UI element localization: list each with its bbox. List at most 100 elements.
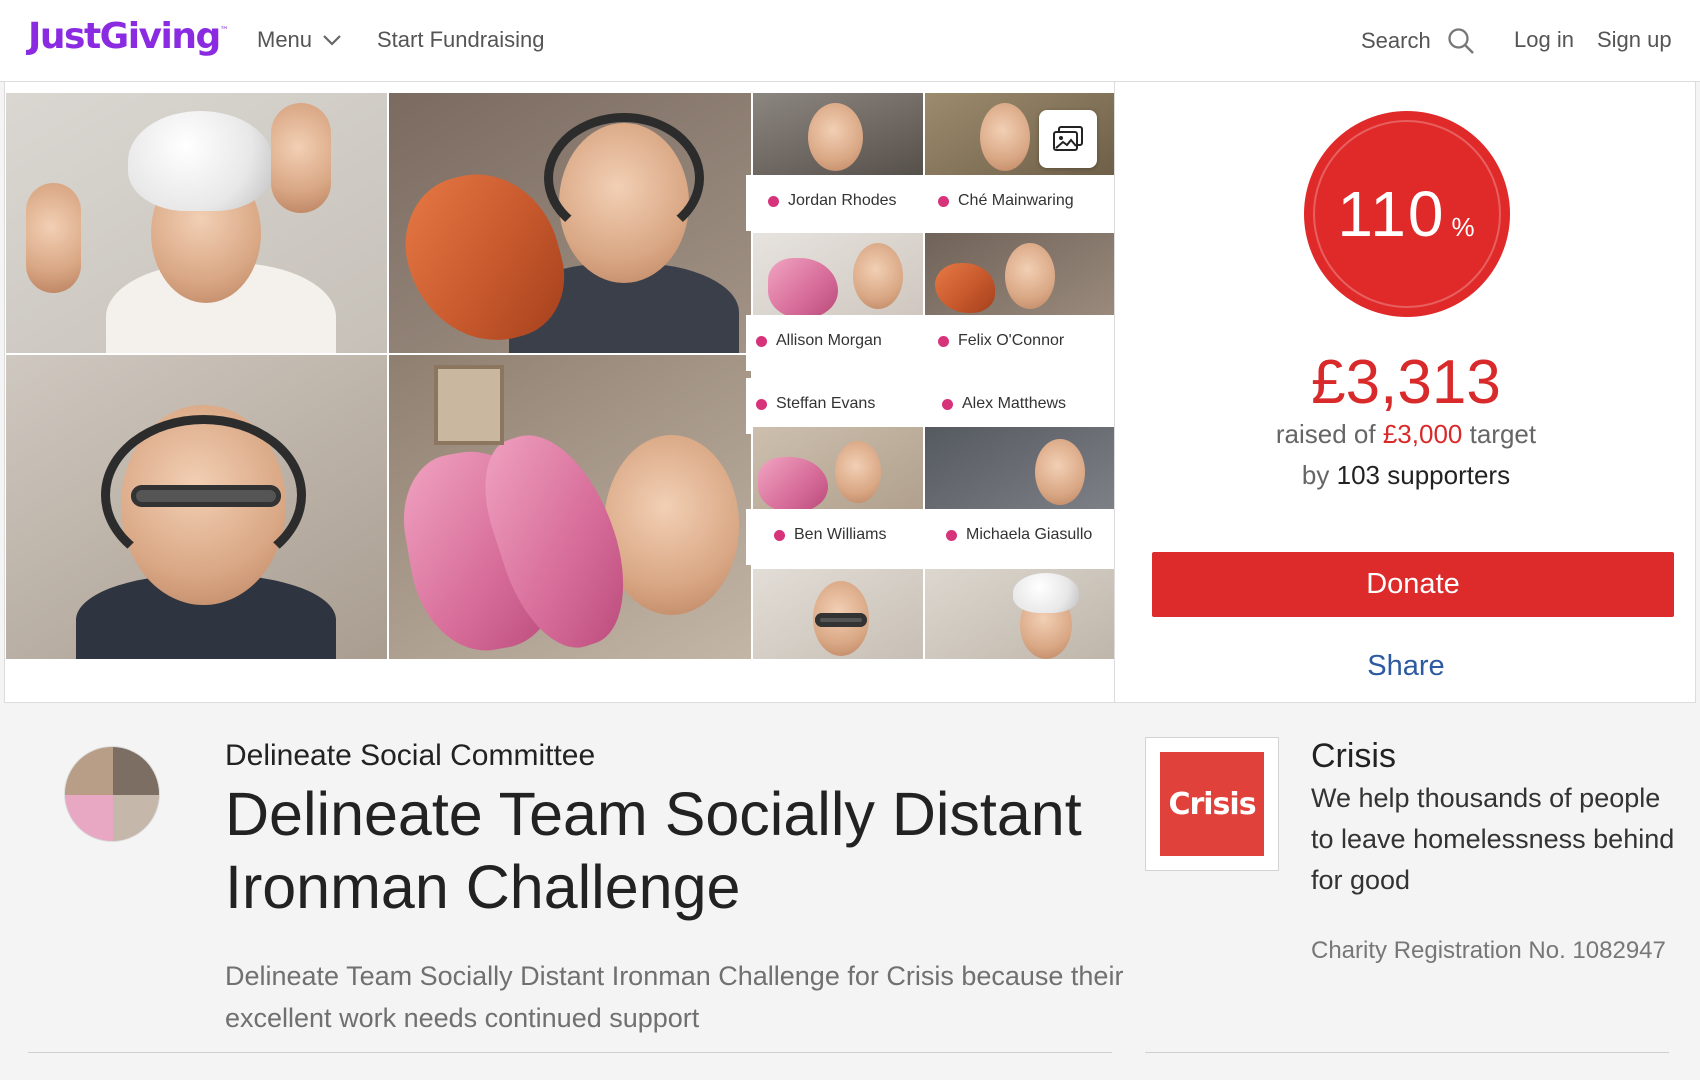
logo-trademark: ™ [219, 26, 229, 36]
participant-name: Jordan Rhodes [788, 192, 897, 209]
photo-tile [6, 93, 387, 353]
menu-label: Menu [257, 27, 313, 52]
divider [28, 1052, 1112, 1053]
target-suffix: target [1469, 419, 1537, 449]
organiser-name[interactable]: Delineate Social Committee [225, 739, 595, 773]
view-gallery-button[interactable] [1039, 110, 1097, 168]
participant-dot [768, 195, 779, 207]
search-label: Search [1361, 28, 1431, 53]
photo-tile [925, 569, 1114, 659]
participant-name: Allison Morgan [776, 332, 882, 349]
image-gallery-icon [1053, 126, 1083, 151]
photo-shape [835, 441, 881, 503]
participant-name: Ben Williams [794, 526, 887, 543]
participant-name: Felix O'Connor [958, 332, 1065, 349]
crisis-logo: Crisis [1160, 752, 1264, 856]
photo-shape [604, 435, 739, 615]
participant-name-row: Allison Morgan Felix O'Connor [746, 315, 1114, 371]
participant-dot [946, 529, 957, 541]
progress-percent: 110% [1337, 177, 1476, 251]
signup-link[interactable]: Sign up [1597, 27, 1672, 53]
participant-dot [774, 529, 785, 541]
start-fundraising-link[interactable]: Start Fundraising [377, 27, 545, 53]
participant-name-tag: Felix O'Connor [938, 332, 1064, 350]
percent-value: 110 [1337, 178, 1446, 250]
participant-dot [756, 335, 767, 347]
participant-name-tag: Steffan Evans [756, 395, 875, 413]
participant-name-row: Steffan Evans Alex Matthews [746, 378, 1114, 434]
participant-dot [938, 195, 949, 207]
photo-shape [980, 103, 1030, 171]
share-link[interactable]: Share [1117, 650, 1695, 683]
top-navigation-bar: JustGiving™ Menu Start Fundraising Searc… [0, 0, 1700, 82]
photo-shape [1005, 243, 1055, 309]
photo-shape [808, 103, 863, 171]
menu-dropdown[interactable]: Menu [257, 27, 342, 53]
page-summary: Delineate Team Socially Distant Ironman … [225, 961, 1124, 1033]
photo-shape [853, 243, 903, 309]
page-title: Delineate Team Socially Distant Ironman … [225, 780, 1082, 922]
participant-name-tag: Michaela Giasullo [946, 526, 1092, 544]
participant-name-row: Ben Williams Michaela Giasullo [746, 509, 1114, 565]
fundraising-hero: Jordan Rhodes Ché Mainwaring Allison Mor… [4, 82, 1696, 703]
organiser-avatar [64, 746, 160, 842]
supporters-count: 103 supporters [1336, 460, 1511, 490]
justgiving-logo[interactable]: JustGiving™ [28, 16, 229, 57]
photo-tile [753, 569, 923, 659]
avatar-tile [113, 795, 159, 841]
avatar-tile [113, 747, 159, 795]
photo-shape [26, 183, 81, 293]
participant-dot [938, 335, 949, 347]
supporters-prefix: by [1301, 460, 1330, 490]
photo-tile [389, 93, 751, 353]
charity-registration: Charity Registration No. 1082947 [1311, 937, 1666, 964]
photo-shape [1013, 573, 1079, 613]
search-icon [1448, 28, 1474, 54]
hero-divider [1114, 82, 1115, 703]
hero-video-call-collage-image: Jordan Rhodes Ché Mainwaring Allison Mor… [6, 93, 1114, 659]
charity-description: We help thousands of people to leave hom… [1311, 783, 1675, 896]
target-prefix: raised of [1275, 419, 1376, 449]
photo-shape [815, 613, 867, 627]
photo-tile [389, 355, 751, 659]
photo-frame [434, 365, 504, 445]
participant-name: Alex Matthews [962, 395, 1067, 412]
participant-name: Michaela Giasullo [966, 526, 1093, 543]
participant-name-tag: Ben Williams [774, 526, 886, 544]
logo-text: JustGiving [28, 16, 221, 57]
avatar-tile [65, 795, 113, 841]
participant-dot [756, 398, 767, 410]
photo-tile [753, 233, 923, 315]
participant-name: Steffan Evans [776, 395, 876, 412]
photo-shape [1035, 439, 1085, 505]
photo-shape [758, 457, 828, 509]
target-amount: £3,000 [1382, 419, 1463, 449]
target-line: raised of £3,000 target [1117, 419, 1695, 450]
avatar-tile [65, 747, 113, 795]
percent-sign: % [1451, 212, 1477, 242]
charity-logo-link[interactable]: Crisis [1145, 737, 1279, 871]
charity-name[interactable]: Crisis [1311, 737, 1396, 776]
participant-name-row: Jordan Rhodes Ché Mainwaring [746, 175, 1114, 231]
photo-shape [935, 263, 995, 313]
chevron-down-icon [323, 35, 341, 46]
photo-tile [6, 355, 387, 659]
divider [1145, 1052, 1669, 1053]
photo-shape [544, 113, 704, 243]
progress-ring: 110% [1304, 111, 1510, 317]
participant-dot [942, 398, 953, 410]
photo-tile [925, 233, 1114, 315]
participant-name-tag: Allison Morgan [756, 332, 882, 350]
search-button[interactable]: Search [1361, 27, 1475, 55]
photo-shape [271, 103, 331, 213]
donate-button[interactable]: Donate [1152, 552, 1674, 617]
photo-shape [128, 111, 273, 211]
participant-name-tag: Jordan Rhodes [768, 192, 897, 210]
participant-name-tag: Ché Mainwaring [938, 192, 1074, 210]
amount-raised: £3,313 [1311, 348, 1501, 417]
photo-shape [101, 415, 306, 575]
participant-name: Ché Mainwaring [958, 192, 1074, 209]
login-link[interactable]: Log in [1514, 27, 1574, 53]
supporters-line: by 103 supporters [1117, 460, 1695, 491]
photo-shape [768, 258, 838, 315]
